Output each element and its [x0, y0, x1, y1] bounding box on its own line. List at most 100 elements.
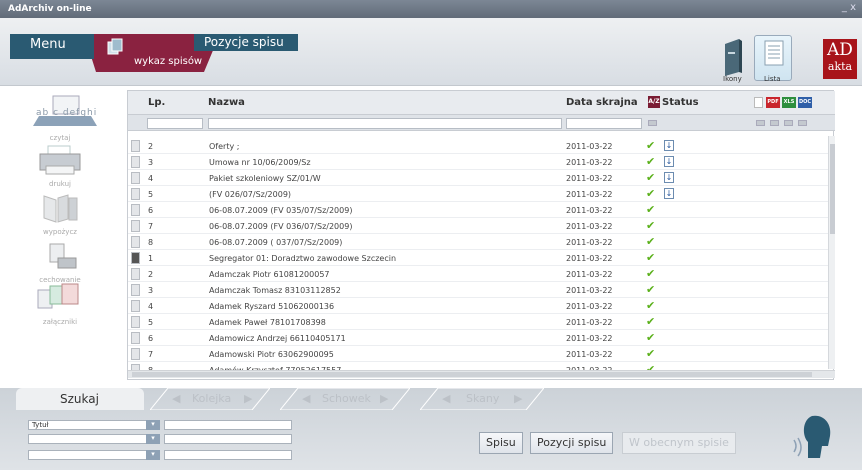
search-field-1-select[interactable]: Tytuł: [28, 420, 158, 430]
download-icon[interactable]: ↓: [664, 172, 674, 183]
row-data-skrajna: 2011-03-22: [566, 350, 613, 359]
col-data-header[interactable]: Data skrajna: [566, 97, 638, 108]
pdf-icon[interactable]: PDF: [766, 97, 780, 108]
row-nazwa[interactable]: (FV 026/07/Sz/2009): [209, 190, 291, 199]
filter-btn-3[interactable]: [784, 120, 793, 126]
row-select-checkbox[interactable]: [131, 140, 140, 152]
search-value-1-input[interactable]: [164, 420, 292, 430]
row-data-skrajna: 2011-03-22: [566, 142, 613, 151]
row-select-checkbox[interactable]: [131, 204, 140, 216]
czytaj-action[interactable]: ab c defghi czytaj: [0, 94, 120, 142]
row-nazwa[interactable]: Umowa nr 10/06/2009/Sz: [209, 158, 311, 167]
table-row[interactable]: 7 06-08.07.2009 (FV 036/07/Sz/2009) 2011-0…: [128, 218, 828, 234]
row-select-checkbox[interactable]: [131, 316, 140, 328]
row-select-checkbox[interactable]: [131, 268, 140, 280]
row-select-checkbox[interactable]: [131, 188, 140, 200]
row-nazwa[interactable]: 06-08.07.2009 (FV 035/07/Sz/2009): [209, 206, 352, 215]
filter-btn-1[interactable]: [756, 120, 765, 126]
tab-skany[interactable]: ◀ Skany ▶: [420, 388, 544, 410]
table-row[interactable]: 4 Pakiet szkoleniowy SZ/01/W 2011-03-22 ✔ ↓: [128, 170, 828, 186]
table-row[interactable]: 4 Adamek Ryszard 51062000136 2011-03-22 ✔: [128, 298, 828, 314]
printer-icon: [39, 145, 81, 175]
search-spisu-button[interactable]: Spisu: [479, 432, 523, 454]
window-controls[interactable]: _ x: [842, 2, 856, 13]
row-select-checkbox[interactable]: [131, 220, 140, 232]
typewriter-letters: ab c defghi: [36, 108, 98, 118]
col-status-header[interactable]: Status: [662, 97, 699, 108]
row-select-checkbox[interactable]: [131, 348, 140, 360]
table-row[interactable]: 6 06-08.07.2009 (FV 035/07/Sz/2009) 2011-0…: [128, 202, 828, 218]
table-row[interactable]: 3 Adamczak Tomasz 83103112852 2011-03-22 ✔: [128, 282, 828, 298]
filter-btn-2[interactable]: [770, 120, 779, 126]
row-select-checkbox[interactable]: [131, 156, 140, 168]
search-value-3-input[interactable]: [164, 450, 292, 460]
row-nazwa[interactable]: Adamczak Tomasz 83103112852: [209, 286, 341, 295]
col-nazwa-header[interactable]: Nazwa: [208, 97, 245, 108]
dropdown-3-icon[interactable]: ▾: [146, 450, 160, 460]
table-row[interactable]: 2 Oferty ; 2011-03-22 ✔ ↓: [128, 138, 828, 154]
table-row[interactable]: 3 Umowa nr 10/06/2009/Sz 2011-03-22 ✔ ↓: [128, 154, 828, 170]
download-icon[interactable]: ↓: [664, 156, 674, 167]
row-nazwa[interactable]: Adamek Paweł 78101708398: [209, 318, 326, 327]
czytaj-label: czytaj: [49, 134, 71, 142]
row-nazwa[interactable]: Oferty ;: [209, 142, 239, 151]
row-select-checkbox[interactable]: [131, 252, 140, 264]
az-sort-icon[interactable]: A/Z: [648, 96, 660, 108]
row-nazwa[interactable]: 06-08.07.2009 (FV 036/07/Sz/2009): [209, 222, 352, 231]
download-icon[interactable]: ↓: [664, 188, 674, 199]
row-select-checkbox[interactable]: [131, 332, 140, 344]
search-field-2-select[interactable]: [28, 434, 158, 444]
horizontal-scrollbar[interactable]: [128, 370, 835, 378]
dropdown-2-icon[interactable]: ▾: [146, 434, 160, 444]
search-field-3-select[interactable]: [28, 450, 158, 460]
filter-status-button[interactable]: [648, 120, 657, 126]
download-icon[interactable]: ↓: [664, 140, 674, 151]
pozycje-spisu-tab[interactable]: Pozycje spisu: [194, 34, 298, 51]
table-row[interactable]: 7 Adamowski Piotr 63062900095 2011-03-22 ✔: [128, 346, 828, 362]
tab-szukaj[interactable]: Szukaj: [16, 388, 144, 410]
filter-lp-input[interactable]: [147, 118, 203, 129]
filter-nazwa-input[interactable]: [208, 118, 562, 129]
zalaczniki-action[interactable]: załączniki: [0, 280, 120, 328]
tab-kolejka[interactable]: ◀ Kolejka ▶: [150, 388, 270, 410]
vertical-scrollbar[interactable]: [828, 136, 835, 369]
table-row[interactable]: 5 (FV 026/07/Sz/2009) 2011-03-22 ✔ ↓: [128, 186, 828, 202]
voice-head-icon[interactable]: [790, 412, 840, 464]
row-select-checkbox[interactable]: [131, 300, 140, 312]
row-nazwa[interactable]: Adamowski Piotr 63062900095: [209, 350, 334, 359]
row-select-checkbox[interactable]: [131, 172, 140, 184]
wypozycz-action[interactable]: wypożycz: [0, 192, 120, 236]
table-row[interactable]: 5 Adamek Paweł 78101708398 2011-03-22 ✔: [128, 314, 828, 330]
wykaz-spisow-link[interactable]: wykaz spisów: [134, 56, 202, 67]
doc-icon[interactable]: [754, 97, 763, 108]
row-nazwa[interactable]: Adamek Ryszard 51062000136: [209, 302, 334, 311]
row-nazwa[interactable]: Pakiet szkoleniowy SZ/01/W: [209, 174, 321, 183]
horizontal-scroll-thumb[interactable]: [132, 372, 812, 377]
doc-blue-icon[interactable]: DOC: [798, 97, 812, 108]
table-row[interactable]: 1 Segregator 01: Doradztwo zawodowe Szcze…: [128, 250, 828, 266]
wypozycz-label: wypożycz: [43, 228, 77, 236]
col-lp-header[interactable]: Lp.: [148, 97, 165, 108]
row-nazwa[interactable]: 06-08.07.2009 ( 037/07/Sz/2009): [209, 238, 342, 247]
table-row[interactable]: 8 06-08.07.2009 ( 037/07/Sz/2009) 2011-03-…: [128, 234, 828, 250]
row-nazwa[interactable]: Adamowicz Andrzej 66110405171: [209, 334, 346, 343]
search-obecnym-button[interactable]: W obecnym spisie: [622, 432, 736, 454]
table-row[interactable]: 2 Adamczak Piotr 61081200057 2011-03-22 ✔: [128, 266, 828, 282]
row-nazwa[interactable]: Segregator 01: Doradztwo zawodowe Szczec…: [209, 254, 396, 263]
dropdown-1-icon[interactable]: ▾: [146, 420, 160, 430]
search-pozycji-button[interactable]: Pozycji spisu: [530, 432, 614, 454]
filter-data-input[interactable]: [566, 118, 642, 129]
tab-schowek[interactable]: ◀ Schowek ▶: [280, 388, 410, 410]
row-data-skrajna: 2011-03-22: [566, 286, 613, 295]
xls-icon[interactable]: XLS: [782, 97, 796, 108]
filter-btn-4[interactable]: [798, 120, 807, 126]
row-select-checkbox[interactable]: [131, 236, 140, 248]
search-value-2-input[interactable]: [164, 434, 292, 444]
row-nazwa[interactable]: Adamczak Piotr 61081200057: [209, 270, 330, 279]
row-select-checkbox[interactable]: [131, 284, 140, 296]
vertical-scroll-thumb[interactable]: [830, 144, 835, 234]
table-row[interactable]: 6 Adamowicz Andrzej 66110405171 2011-03-22…: [128, 330, 828, 346]
menu-tab[interactable]: Menu: [10, 34, 94, 59]
logo-line2: akta: [827, 60, 853, 73]
drukuj-action[interactable]: drukuj: [0, 144, 120, 188]
